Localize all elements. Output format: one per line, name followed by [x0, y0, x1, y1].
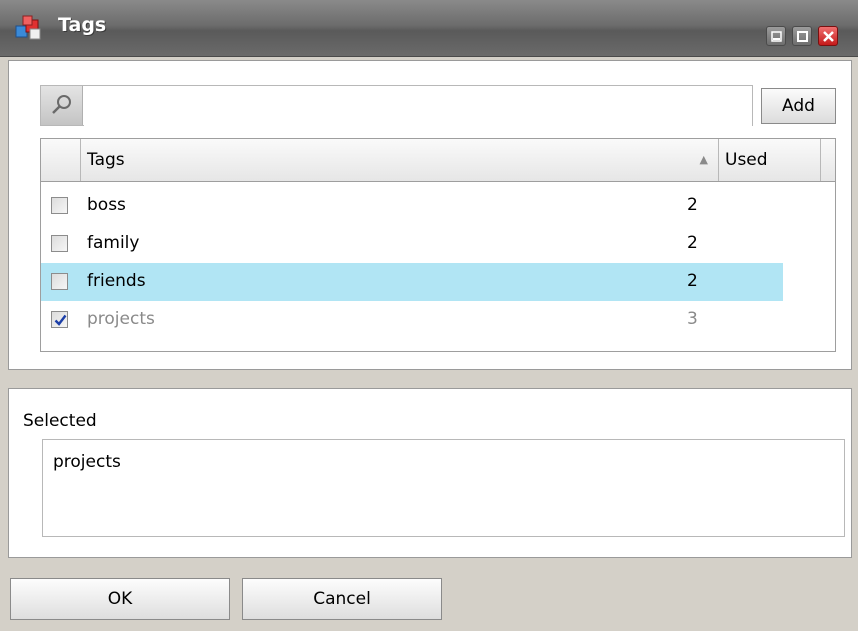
- tag-used-count: 2: [687, 233, 698, 253]
- maximize-icon: [797, 31, 808, 42]
- selected-tags-box[interactable]: projects: [42, 439, 845, 537]
- close-button[interactable]: [818, 26, 838, 46]
- tag-name: friends: [87, 271, 146, 291]
- ok-button[interactable]: OK: [10, 578, 230, 620]
- tag-used-count: 2: [687, 195, 698, 215]
- cancel-button[interactable]: Cancel: [242, 578, 442, 620]
- header-filler-column: [821, 139, 835, 181]
- selected-panel: Selected projects: [8, 388, 852, 558]
- table-row[interactable]: friends 2: [41, 263, 783, 301]
- table-row[interactable]: boss 2: [41, 187, 783, 225]
- sort-ascending-icon: ▲: [699, 153, 708, 166]
- tag-name: family: [87, 233, 140, 253]
- tag-name: projects: [87, 309, 155, 329]
- maximize-button[interactable]: [792, 26, 812, 46]
- add-button[interactable]: Add: [761, 88, 836, 124]
- checkmark-icon: [54, 314, 67, 326]
- table-row[interactable]: projects 3: [41, 301, 783, 339]
- tags-grid: Tags ▲ Used boss 2 family 2 friends 2 pr…: [40, 138, 836, 352]
- grid-header: Tags ▲ Used: [41, 139, 835, 182]
- selected-tags-text: projects: [53, 452, 121, 472]
- table-row[interactable]: family 2: [41, 225, 783, 263]
- title-bar[interactable]: Tags: [0, 0, 858, 57]
- close-icon: [823, 31, 834, 42]
- tag-used-count: 2: [687, 271, 698, 291]
- search-icon: [52, 95, 71, 114]
- row-checkbox[interactable]: [51, 273, 68, 290]
- tags-dialog: Tags Add Tags ▲ Used boss 2 family 2 fri…: [0, 0, 858, 631]
- row-checkbox[interactable]: [51, 197, 68, 214]
- minimize-button[interactable]: [766, 26, 786, 46]
- tag-name: boss: [87, 195, 126, 215]
- header-tags-column[interactable]: Tags ▲: [81, 139, 719, 181]
- minimize-icon: [771, 31, 782, 42]
- header-checkbox-column: [41, 139, 81, 181]
- header-used-column[interactable]: Used: [719, 139, 821, 181]
- header-used-label: Used: [725, 150, 768, 170]
- search-icon-container: [41, 86, 83, 125]
- row-checkbox[interactable]: [51, 235, 68, 252]
- row-checkbox[interactable]: [51, 311, 68, 328]
- selected-label: Selected: [23, 411, 97, 431]
- search-input[interactable]: [84, 87, 752, 126]
- colored-cubes-icon: [15, 15, 41, 40]
- window-title: Tags: [58, 14, 107, 36]
- header-tags-label: Tags: [87, 150, 125, 170]
- search-box: [40, 85, 753, 126]
- tag-used-count: 3: [687, 309, 698, 329]
